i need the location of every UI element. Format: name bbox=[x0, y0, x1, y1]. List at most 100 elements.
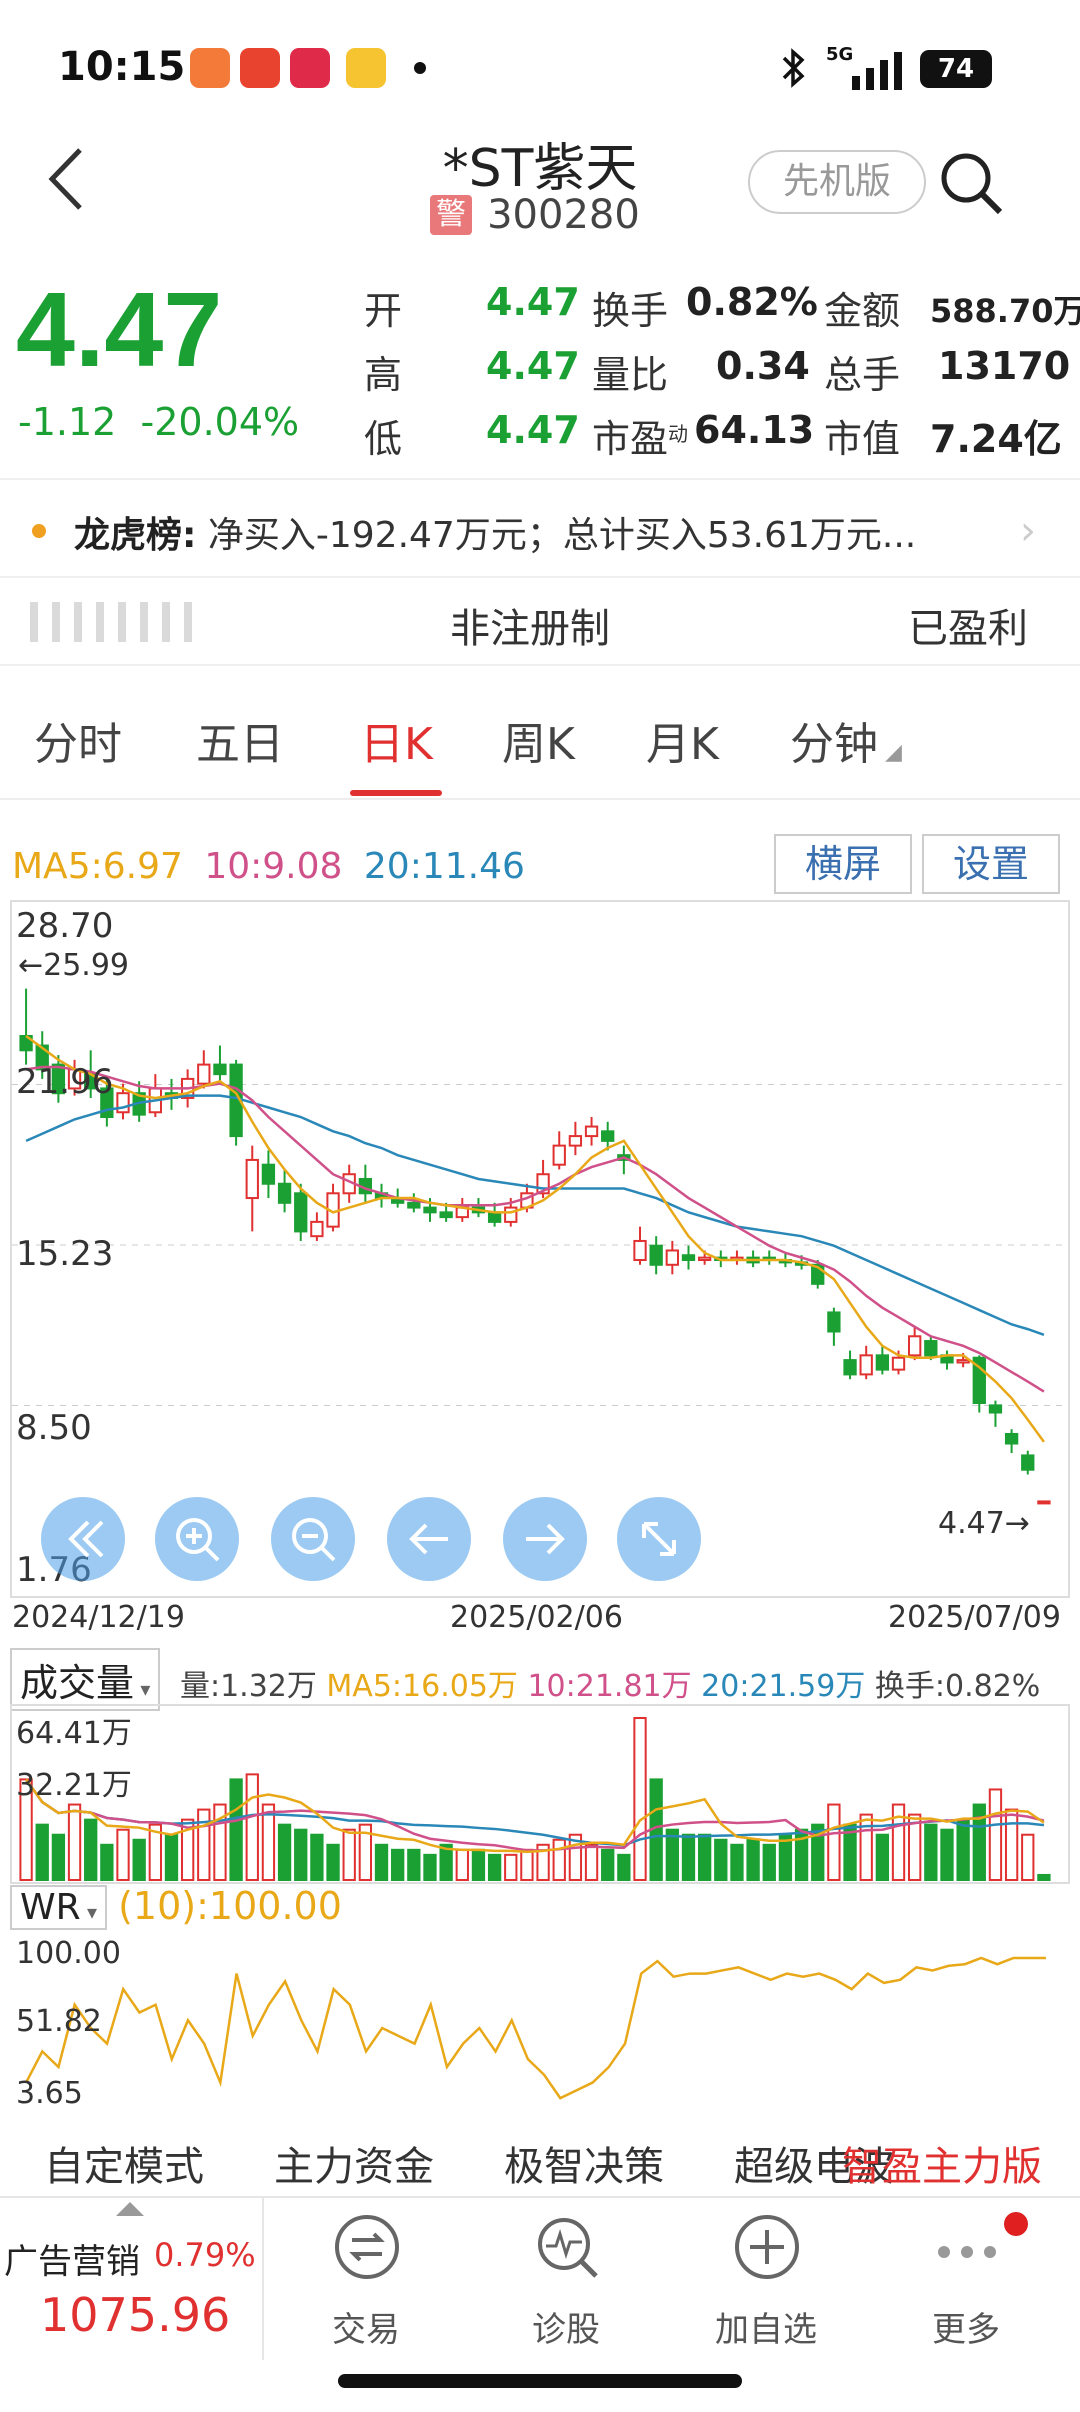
mode-zhiying[interactable]: 智盈主力版 bbox=[842, 2134, 1042, 2192]
tab-minute[interactable]: 分钟 ◢ bbox=[790, 708, 902, 772]
volume-bar bbox=[697, 1833, 712, 1881]
volume-bar bbox=[487, 1853, 502, 1882]
price-change: -1.12 -20.04% bbox=[18, 400, 299, 444]
nav-more[interactable]: 更多 bbox=[866, 2198, 1066, 2360]
volume-bar bbox=[940, 1828, 954, 1881]
candle bbox=[843, 1359, 857, 1376]
expand-up-icon bbox=[116, 2202, 144, 2216]
stock-header: *ST紫天 警 300280 先机版 bbox=[0, 120, 1080, 250]
quote-sup-label: 动 bbox=[668, 422, 688, 446]
nav-trade[interactable]: 交易 bbox=[266, 2198, 466, 2360]
volume-max-label: 64.41万 bbox=[16, 1716, 132, 1751]
active-tab-underline bbox=[350, 790, 442, 796]
volume-bar bbox=[520, 1848, 534, 1881]
volume-ma10: 10:21.81万 bbox=[527, 1669, 692, 1704]
candle bbox=[1021, 1454, 1035, 1471]
nav-diagnose-label: 诊股 bbox=[532, 2310, 600, 2350]
first-page-icon[interactable] bbox=[38, 1494, 128, 1584]
notification-badge-icon bbox=[1004, 2212, 1028, 2236]
nav-diagnose[interactable]: 诊股 bbox=[466, 2198, 666, 2360]
quote-label: 开 bbox=[364, 289, 403, 333]
volume-ma20-line bbox=[25, 1778, 1045, 1847]
tab-timeshare[interactable]: 分时 bbox=[34, 708, 122, 772]
nav-trade-label: 交易 bbox=[332, 2310, 400, 2350]
volume-bar bbox=[714, 1838, 728, 1881]
candle bbox=[568, 1135, 583, 1147]
mode-custom[interactable]: 自定模式 bbox=[44, 2134, 204, 2192]
ma-legend: MA5:6.97 10:9.08 20:11.46 bbox=[12, 846, 535, 887]
candle bbox=[908, 1335, 922, 1357]
wr-chart: 100.00 51.82 3.65 bbox=[10, 1936, 1070, 2126]
quote-value: 4.47 bbox=[486, 408, 580, 452]
volume-bar bbox=[455, 1848, 469, 1881]
tag-registration[interactable]: 非注册制 bbox=[450, 596, 610, 654]
quote-value: 4.47 bbox=[486, 280, 580, 324]
last-price-marker: 4.47→ bbox=[938, 1506, 1030, 1541]
tag-profit[interactable]: 已盈利 bbox=[908, 596, 1028, 654]
volume-header: 成交量 ▾ 量:1.32万 MA5:16.05万 10:21.81万 20:21… bbox=[10, 1648, 1070, 1711]
date-middle: 2025/02/06 bbox=[450, 1600, 623, 1635]
ma10-value: 10:9.08 bbox=[204, 846, 343, 887]
nav-add-favorite[interactable]: 加自选 bbox=[666, 2198, 866, 2360]
sector-index[interactable]: 广告营销 0.79% 1075.96 bbox=[0, 2198, 264, 2360]
volume-bar bbox=[310, 1833, 324, 1881]
warning-badge: 警 bbox=[430, 195, 472, 235]
settings-button[interactable]: 设置 bbox=[922, 834, 1060, 894]
version-button[interactable]: 先机版 bbox=[748, 150, 926, 214]
volume-bar bbox=[681, 1833, 696, 1881]
quote-label: 总手 bbox=[824, 353, 901, 397]
candle bbox=[261, 1163, 276, 1185]
tab-monthly-k[interactable]: 月K bbox=[646, 708, 719, 772]
tab-weekly-k[interactable]: 周K bbox=[502, 708, 575, 772]
mode-smart-decision[interactable]: 极智决策 bbox=[504, 2134, 664, 2192]
tab-five-day[interactable]: 五日 bbox=[196, 708, 284, 772]
arrow-right-icon[interactable] bbox=[500, 1494, 590, 1584]
kline-chart[interactable]: 28.70 21.96 15.23 8.50 1.76 ←25.99 4.47→ bbox=[10, 900, 1070, 1598]
quote-label: 换手 bbox=[592, 289, 669, 333]
arrow-left-icon[interactable] bbox=[384, 1494, 474, 1584]
candle bbox=[423, 1206, 437, 1214]
quote-label: 高 bbox=[364, 353, 403, 397]
fullscreen-icon[interactable] bbox=[614, 1494, 704, 1584]
search-icon[interactable] bbox=[936, 148, 1006, 218]
date-start: 2024/12/19 bbox=[12, 1600, 185, 1635]
quote-value: 0.82% bbox=[686, 280, 818, 324]
dragon-tiger-bar[interactable]: 龙虎榜: 净买入-192.47万元；总计买入53.61万元... › bbox=[0, 478, 1080, 578]
quote-label: 金额 bbox=[824, 289, 901, 333]
stock-code: 300280 bbox=[487, 192, 640, 238]
quote-value: 7.24亿 bbox=[930, 417, 1062, 461]
mode-tabs: 自定模式 主力资金 极智决策 超级电波 智盈主力版 bbox=[0, 2126, 1080, 2196]
volume-bar bbox=[407, 1848, 421, 1881]
volume-bar bbox=[229, 1778, 243, 1881]
candle bbox=[665, 1249, 679, 1266]
candle bbox=[407, 1201, 421, 1209]
zoom-out-icon[interactable] bbox=[268, 1494, 358, 1584]
mode-main-fund[interactable]: 主力资金 bbox=[274, 2134, 434, 2192]
trade-icon bbox=[335, 2215, 399, 2279]
dropdown-icon: ▾ bbox=[134, 1677, 151, 1701]
home-indicator[interactable] bbox=[338, 2374, 742, 2388]
change-amount: -1.12 bbox=[18, 400, 117, 444]
dragon-tiger-detail: 净买入-192.47万元；总计买入53.61万元... bbox=[207, 515, 917, 556]
landscape-button[interactable]: 横屏 bbox=[774, 834, 912, 894]
app-icon-3 bbox=[290, 48, 330, 88]
volume-bar bbox=[584, 1843, 599, 1881]
volume-bar bbox=[762, 1843, 776, 1881]
volume-indicator-select[interactable]: 成交量 ▾ bbox=[10, 1648, 161, 1711]
app-icon-1 bbox=[190, 48, 230, 88]
quote-panel: 4.47 -1.12 -20.04% 开 4.47 换手 0.82% 金额 58… bbox=[0, 270, 1080, 470]
volume-bar bbox=[875, 1833, 890, 1881]
bluetooth-icon bbox=[782, 48, 805, 88]
wr-indicator-select[interactable]: WR ▾ bbox=[10, 1885, 108, 1930]
volume-bar bbox=[132, 1838, 146, 1881]
quote-label: 市盈 bbox=[592, 417, 669, 461]
zoom-in-icon[interactable] bbox=[152, 1494, 242, 1584]
price-label-3: 15.23 bbox=[16, 1234, 114, 1274]
tab-daily-k[interactable]: 日K bbox=[360, 708, 433, 772]
wr-value: (10):100.00 bbox=[118, 1884, 342, 1928]
ma10-line bbox=[25, 1065, 1045, 1393]
diagnose-icon bbox=[538, 2218, 598, 2278]
volume-bar bbox=[35, 1823, 49, 1881]
wr-label-top: 100.00 bbox=[16, 1936, 121, 1971]
wr-select-label: WR bbox=[20, 1887, 81, 1928]
